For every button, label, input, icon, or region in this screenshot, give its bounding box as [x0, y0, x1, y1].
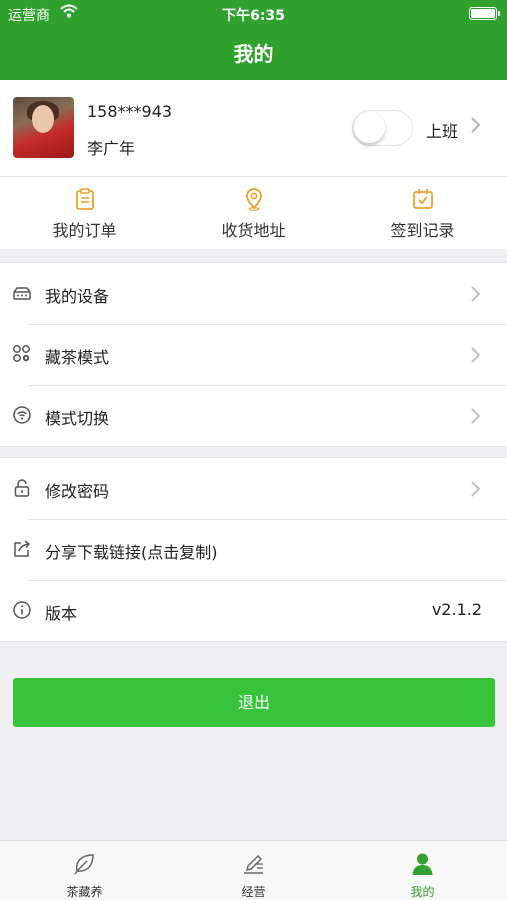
menu-item-my-device[interactable]: 我的设备: [0, 263, 507, 324]
shipping-address-button[interactable]: 收货地址: [169, 177, 338, 249]
menu-item-mode-switch[interactable]: 模式切换: [0, 385, 507, 446]
menu-item-label: 修改密码: [45, 482, 110, 501]
logout-button[interactable]: 退出: [13, 678, 495, 727]
quick-actions: 我的订单 收货地址 签到记录: [0, 177, 507, 249]
menu-group-account: 修改密码 分享下载链接(点击复制) 版本 v2.1.2: [0, 457, 507, 642]
menu-item-label: 模式切换: [45, 409, 110, 428]
work-status-toggle[interactable]: [352, 110, 413, 146]
tab-label: 茶藏养: [66, 885, 103, 899]
version-value: v2.1.2: [431, 600, 482, 619]
leaf-icon: [74, 854, 94, 875]
battery-icon: [469, 7, 500, 20]
order-clipboard-icon: [76, 188, 94, 210]
tab-business[interactable]: 经营: [169, 841, 338, 900]
top-bar: 运营商 下午6:35 我的: [0, 0, 507, 80]
quick-action-label: 收货地址: [221, 221, 286, 240]
status-bar: 运营商 下午6:35: [0, 0, 507, 28]
chevron-right-icon[interactable]: [470, 116, 482, 138]
profile-card[interactable]: 158***943 李广年 上班: [0, 80, 507, 177]
checkin-records-button[interactable]: 签到记录: [338, 177, 507, 249]
quick-action-label: 签到记录: [390, 221, 455, 240]
location-pin-icon: [246, 188, 262, 211]
tab-bar: 茶藏养 经营 我的: [0, 840, 507, 900]
person-icon: [412, 853, 433, 875]
status-time: 下午6:35: [222, 8, 285, 24]
avatar[interactable]: [13, 97, 74, 158]
menu-item-tea-mode[interactable]: 藏茶模式: [0, 324, 507, 385]
menu-group-device: 我的设备 藏茶模式 模式切换: [0, 262, 507, 447]
tab-label: 我的: [410, 885, 435, 899]
chevron-right-icon: [470, 480, 482, 502]
info-icon: [12, 600, 32, 624]
tab-mine[interactable]: 我的: [338, 841, 507, 900]
chevron-right-icon: [470, 285, 482, 307]
share-icon: [12, 539, 32, 563]
checkin-calendar-icon: [413, 189, 433, 209]
menu-item-label: 版本: [45, 604, 78, 623]
mode-grid-icon: [12, 344, 32, 368]
work-status-label: 上班: [426, 122, 459, 141]
chevron-right-icon: [470, 346, 482, 368]
quick-action-label: 我的订单: [52, 221, 117, 240]
menu-item-version: 版本 v2.1.2: [0, 580, 507, 641]
edit-icon: [244, 854, 263, 874]
lock-icon: [12, 478, 32, 502]
device-icon: [12, 283, 32, 307]
menu-item-share-link[interactable]: 分享下载链接(点击复制): [0, 519, 507, 580]
menu-item-change-password[interactable]: 修改密码: [0, 458, 507, 519]
tab-tea-storage[interactable]: 茶藏养: [0, 841, 169, 900]
tab-label: 经营: [241, 885, 266, 899]
my-orders-button[interactable]: 我的订单: [0, 177, 169, 249]
page-title: 我的: [233, 42, 274, 66]
menu-item-label: 我的设备: [45, 287, 110, 306]
wifi-switch-icon: [12, 405, 32, 429]
profile-phone: 158***943: [87, 102, 173, 121]
menu-item-label: 藏茶模式: [45, 348, 110, 367]
menu-item-label: 分享下载链接(点击复制): [45, 543, 218, 562]
profile-name: 李广年: [87, 139, 136, 158]
chevron-right-icon: [470, 407, 482, 429]
